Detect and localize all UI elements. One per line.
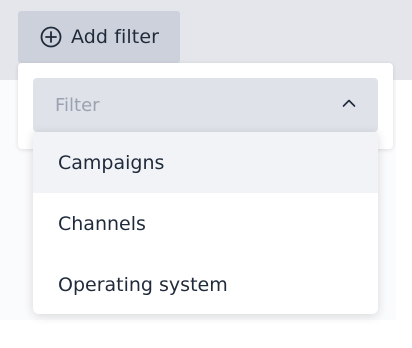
- filter-select[interactable]: Filter: [33, 78, 378, 132]
- option-operating-system[interactable]: Operating system: [33, 254, 378, 314]
- chevron-up-icon[interactable]: [342, 98, 356, 108]
- filter-placeholder: Filter: [55, 94, 100, 116]
- option-campaigns[interactable]: Campaigns: [33, 132, 378, 193]
- add-filter-label: Add filter: [71, 26, 160, 48]
- option-channels[interactable]: Channels: [33, 193, 378, 254]
- filter-options-menu: Campaigns Channels Operating system: [33, 132, 378, 314]
- plus-circle-icon: [40, 26, 62, 48]
- add-filter-button[interactable]: Add filter: [18, 11, 180, 63]
